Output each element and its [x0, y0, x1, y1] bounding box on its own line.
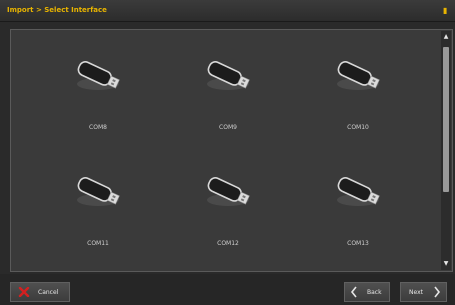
device-label: COM10: [347, 124, 369, 131]
device-label: COM9: [219, 124, 237, 131]
next-button[interactable]: Next: [400, 282, 447, 302]
device-label: COM8: [89, 124, 107, 131]
usb-drive-icon: [207, 61, 250, 90]
footer-bar: Cancel Back Next: [0, 274, 455, 305]
chevron-left-icon: [350, 286, 357, 298]
title-bar: Import > Select Interface ▮: [0, 0, 455, 22]
device-list-panel: COM8 COM9 COM10 COM11 COM12 COM13 ▲ ▼: [10, 29, 453, 272]
back-label: Back: [367, 289, 382, 296]
scroll-up-icon[interactable]: ▲: [442, 33, 450, 41]
device-item-com10[interactable]: COM10: [298, 56, 418, 156]
device-label: COM13: [347, 240, 369, 247]
back-button[interactable]: Back: [344, 282, 390, 302]
device-item-com11[interactable]: COM11: [38, 172, 158, 272]
device-grid: COM8 COM9 COM10 COM11 COM12 COM13: [11, 30, 441, 271]
device-item-com8[interactable]: COM8: [38, 56, 158, 156]
device-item-com12[interactable]: COM12: [168, 172, 288, 272]
usb-drive-icon: [207, 177, 250, 206]
cancel-x-icon: [18, 287, 30, 297]
device-item-com13[interactable]: COM13: [298, 172, 418, 272]
cancel-label: Cancel: [38, 289, 59, 296]
device-label: COM12: [217, 240, 239, 247]
usb-drive-icon: [77, 177, 120, 206]
usb-drive-icon: [337, 61, 380, 90]
scroll-thumb[interactable]: [443, 47, 449, 192]
chevron-right-icon: [434, 286, 441, 298]
next-label: Next: [409, 289, 423, 296]
vertical-scrollbar[interactable]: ▲ ▼: [441, 31, 451, 270]
info-icon[interactable]: ▮: [443, 6, 449, 15]
device-label: COM11: [87, 240, 109, 247]
usb-drive-icon: [77, 61, 120, 90]
usb-drive-icon: [337, 177, 380, 206]
scroll-down-icon[interactable]: ▼: [442, 260, 450, 268]
cancel-button[interactable]: Cancel: [10, 282, 70, 302]
device-item-com9[interactable]: COM9: [168, 56, 288, 156]
window-title: Import > Select Interface: [7, 6, 107, 14]
